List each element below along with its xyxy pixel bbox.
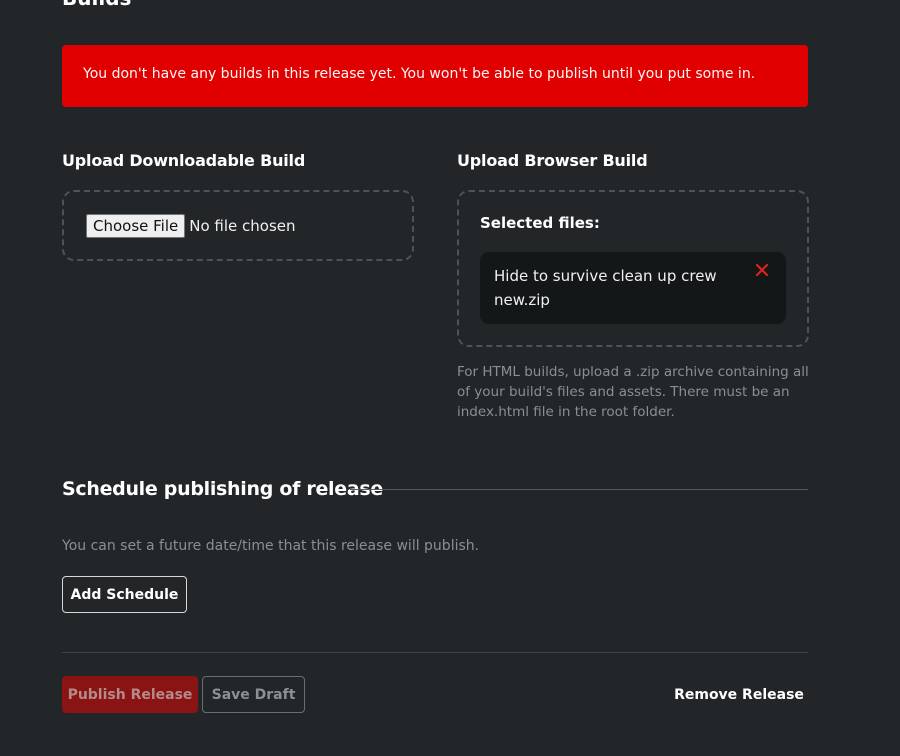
browser-build-help-text: For HTML builds, upload a .zip archive c… — [457, 364, 809, 420]
release-builds-page: Builds You don't have any builds in this… — [0, 0, 900, 756]
add-schedule-button[interactable]: Add Schedule — [62, 576, 187, 613]
alert-text: You don't have any builds in this releas… — [83, 66, 756, 82]
schedule-description: You can set a future date/time that this… — [62, 538, 480, 554]
remove-release-button[interactable]: Remove Release — [670, 676, 808, 713]
selected-file-name: Hide to survive clean up crew new.zip — [494, 267, 717, 309]
close-icon[interactable] — [754, 262, 770, 278]
actions-divider — [62, 652, 808, 653]
downloadable-build-heading: Upload Downloadable Build — [62, 151, 306, 170]
no-builds-alert: You don't have any builds in this releas… — [62, 45, 808, 107]
save-draft-button[interactable]: Save Draft — [202, 676, 305, 713]
schedule-section-title: Schedule publishing of release — [62, 478, 383, 500]
browser-build-dropzone[interactable]: Selected files: Hide to survive clean up… — [457, 190, 809, 347]
publish-release-button[interactable]: Publish Release — [62, 676, 198, 713]
selected-files-label: Selected files: — [480, 214, 600, 232]
selected-file-item: Hide to survive clean up crew new.zip — [480, 252, 786, 324]
file-input[interactable]: Choose File No file chosen — [86, 214, 296, 238]
choose-file-button[interactable]: Choose File — [86, 214, 186, 238]
schedule-title-rule — [350, 489, 808, 490]
downloadable-build-dropzone[interactable]: Choose File No file chosen — [62, 190, 414, 261]
no-file-chosen-text: No file chosen — [189, 217, 296, 235]
builds-section-title: Builds — [62, 0, 131, 10]
browser-build-heading: Upload Browser Build — [457, 151, 648, 170]
